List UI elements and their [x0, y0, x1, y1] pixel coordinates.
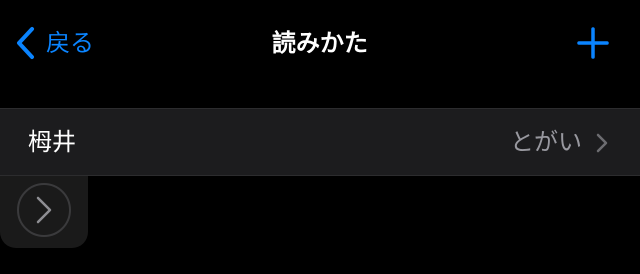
plus-icon	[577, 27, 609, 59]
list-item-title: 栂井	[28, 128, 76, 156]
back-button[interactable]: 戻る	[14, 24, 94, 62]
page-title: 読みかた	[272, 29, 368, 57]
reading-list: 栂井 とがい	[0, 108, 640, 176]
chevron-right-icon	[596, 133, 608, 153]
navigation-bar: 戻る 読みかた	[0, 0, 640, 86]
assistive-touch-button[interactable]	[0, 176, 88, 248]
chevron-left-icon	[17, 27, 34, 59]
list-item-reading: とがい	[510, 128, 582, 156]
assistive-touch-chevron-icon	[17, 183, 71, 237]
add-button[interactable]	[576, 26, 610, 60]
list-item[interactable]: 栂井 とがい	[0, 109, 640, 175]
back-button-label: 戻る	[46, 29, 94, 57]
